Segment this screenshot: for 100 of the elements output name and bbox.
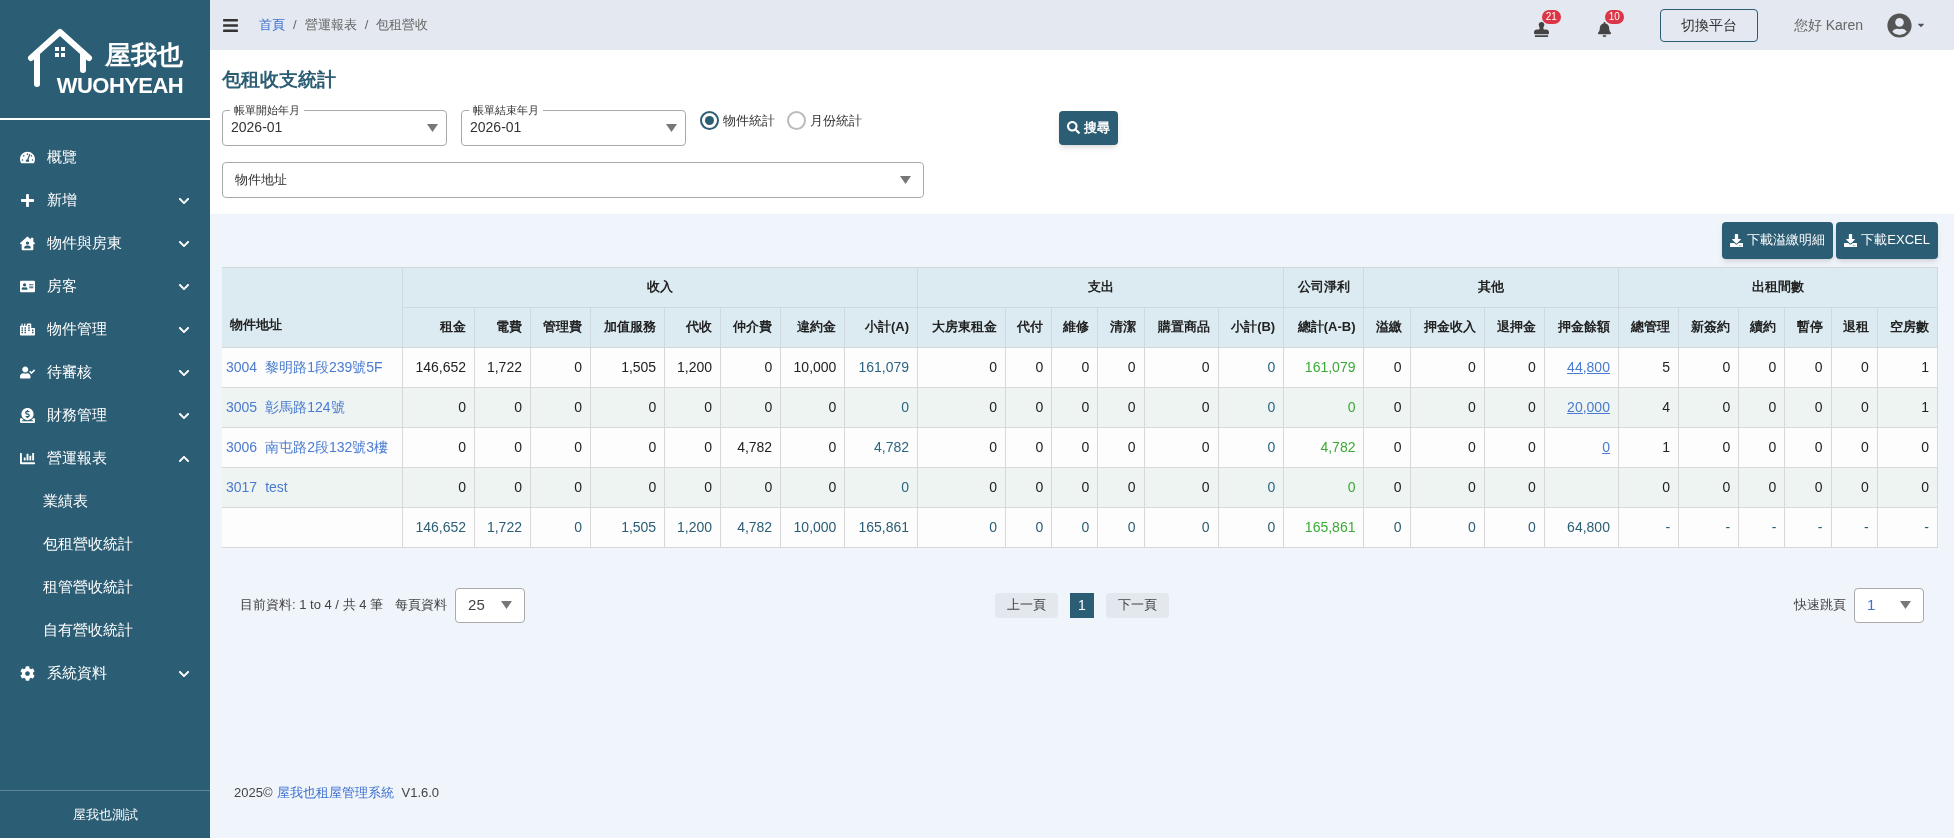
table-cell: 0 [1877, 427, 1938, 467]
table-cell: 0 [1005, 427, 1052, 467]
sidebar-item[interactable]: 新增 [0, 179, 210, 222]
table-cell: 0 [590, 467, 665, 507]
group-header: 公司淨利 [1283, 267, 1364, 307]
column-header: 仲介費 [720, 307, 781, 347]
next-page-button[interactable]: 下一頁 [1105, 592, 1169, 618]
menu-icon[interactable] [222, 16, 239, 34]
column-header: 退租 [1831, 307, 1878, 347]
table-cell: 0 [1097, 467, 1145, 507]
page-button[interactable]: 1 [1070, 592, 1094, 618]
table-cell: 0 [1831, 467, 1878, 507]
dropdown-caret-icon [501, 601, 513, 609]
table-cell: 0 [474, 427, 531, 467]
radio-option[interactable]: 月份統計 [787, 110, 862, 130]
sidebar-item[interactable]: 房客 [0, 265, 210, 308]
table-cell: 0 [1097, 507, 1145, 547]
table-cell: 0 [530, 467, 591, 507]
column-header: 溢繳 [1363, 307, 1411, 347]
table-cell[interactable]: 44,800 [1544, 347, 1619, 387]
jump-page-select[interactable]: 1 [1854, 587, 1924, 623]
prev-page-button[interactable]: 上一頁 [995, 592, 1059, 618]
table-cell[interactable]: 0 [1544, 427, 1619, 467]
table-cell: - [1877, 507, 1938, 547]
plus-icon [20, 193, 35, 208]
sidebar-item[interactable]: 營運報表 [0, 437, 210, 480]
table-cell: 161,079 [1283, 347, 1364, 387]
sidebar-subitem[interactable]: 包租營收統計 [0, 523, 210, 566]
table-cell: 0 [1877, 467, 1938, 507]
table-cell: 0 [590, 387, 665, 427]
column-header: 暫停 [1784, 307, 1831, 347]
table-cell: 0 [1144, 347, 1219, 387]
table-cell: 0 [1005, 347, 1052, 387]
column-header: 小計(B) [1218, 307, 1284, 347]
table-cell: 0 [474, 387, 531, 427]
table-cell: 146,652 [402, 347, 475, 387]
dropdown-caret-icon [427, 123, 438, 132]
notification-badge: 10 [1604, 9, 1624, 24]
sidebar-item[interactable]: 財務管理 [0, 394, 210, 437]
avatar-icon[interactable] [1887, 12, 1912, 38]
breadcrumb-item: 包租營收 [376, 16, 429, 35]
download-button[interactable]: 下載EXCEL [1836, 221, 1938, 259]
search-button[interactable]: 搜尋 [1059, 110, 1118, 145]
table-cell: 161,079 [844, 347, 918, 387]
address-select[interactable]: 物件地址 [222, 161, 924, 198]
column-header: 新簽約 [1678, 307, 1739, 347]
sidebar-item[interactable]: 系統資料 [0, 652, 210, 695]
table-cell: 0 [1218, 507, 1284, 547]
sidebar-item[interactable]: 待審核 [0, 351, 210, 394]
table-cell: 0 [1144, 507, 1219, 547]
table-cell: 0 [1738, 387, 1785, 427]
table-cell: 0 [720, 467, 781, 507]
table-cell: 0 [530, 427, 591, 467]
table-cell: 1,200 [664, 507, 721, 547]
column-header: 退押金 [1484, 307, 1545, 347]
table-cell: 0 [720, 387, 781, 427]
bell-icon[interactable] [1596, 21, 1612, 37]
table-cell: 0 [1678, 347, 1739, 387]
table-cell[interactable]: 20,000 [1544, 387, 1619, 427]
table-cell: 0 [474, 467, 531, 507]
table-cell: - [1831, 507, 1878, 547]
table-cell: 4,782 [1283, 427, 1364, 467]
table-cell: 4,782 [844, 427, 918, 467]
sidebar-item[interactable]: 概覽 [0, 136, 210, 179]
column-header: 總管理 [1618, 307, 1679, 347]
copyright-year: 2025© [234, 783, 273, 802]
table-cell: 0 [1784, 467, 1831, 507]
column-header: 維修 [1051, 307, 1098, 347]
sidebar-footer: 屋我也測試 [72, 804, 138, 825]
table-cell: - [1784, 507, 1831, 547]
sidebar-subitem[interactable]: 租管營收統計 [0, 566, 210, 609]
page-size-select[interactable]: 25 [455, 587, 526, 623]
table-cell: 0 [590, 427, 665, 467]
table-cell: 0 [1144, 467, 1219, 507]
sidebar-subitem[interactable]: 自有營收統計 [0, 609, 210, 652]
table-cell: 0 [780, 427, 845, 467]
table-cell: 0 [1678, 387, 1739, 427]
radio-option[interactable]: 物件統計 [700, 110, 775, 130]
footer-link[interactable]: 屋我也租屋管理系統 [276, 782, 394, 802]
table-cell: 1,200 [664, 347, 721, 387]
group-header: 支出 [917, 267, 1284, 307]
table-cell: 0 [1410, 387, 1485, 427]
sidebar-item[interactable]: 物件管理 [0, 308, 210, 351]
column-header: 空房數 [1877, 307, 1938, 347]
table-cell: 1 [1877, 347, 1938, 387]
settings-icon [20, 666, 35, 681]
sidebar-subitem[interactable]: 業績表 [0, 480, 210, 523]
switch-platform-button[interactable]: 切換平台 [1659, 8, 1758, 42]
table-cell: 0 [1218, 387, 1284, 427]
table-cell: 0 [402, 427, 475, 467]
table-cell: 0 [1097, 427, 1145, 467]
sidebar-item[interactable]: 物件與房東 [0, 222, 210, 265]
breadcrumb-item[interactable]: 首頁 [259, 15, 285, 35]
jump-label: 快速跳頁 [1794, 596, 1846, 615]
table-cell: 0 [1410, 467, 1485, 507]
table-cell: 0 [1005, 507, 1052, 547]
download-button[interactable]: 下載溢繳明細 [1722, 221, 1834, 259]
download-icon [1844, 233, 1858, 247]
stamp-icon[interactable] [1533, 21, 1549, 37]
notification-badge: 21 [1541, 9, 1561, 24]
